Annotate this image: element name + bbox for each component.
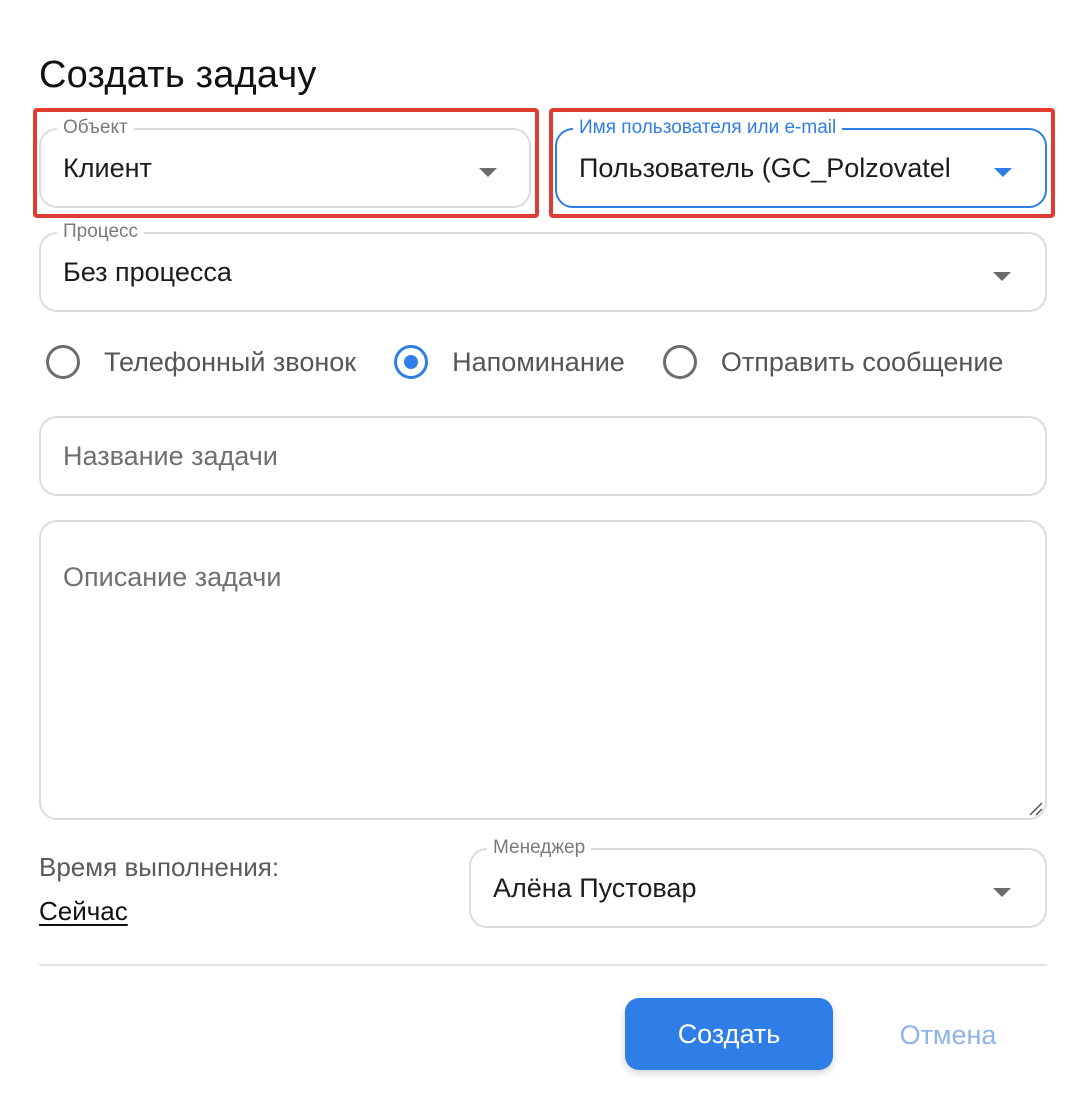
- create-button[interactable]: Создать: [625, 998, 833, 1070]
- due-time-label: Время выполнения:: [39, 852, 280, 882]
- divider: [39, 964, 1047, 966]
- radio-send-message[interactable]: Отправить сообщение: [662, 345, 1004, 379]
- radio-phone-call[interactable]: Телефонный звонок: [46, 345, 356, 379]
- task-description-textarea[interactable]: Описание задачи: [39, 520, 1047, 820]
- radio-unchecked-icon[interactable]: [46, 345, 80, 379]
- user-legend: Имя пользователя или e-mail: [573, 115, 843, 141]
- chevron-down-icon[interactable]: [479, 168, 497, 177]
- manager-select[interactable]: Менеджер Алёна Пустовар: [469, 835, 1047, 928]
- radio-unchecked-icon[interactable]: [662, 345, 697, 379]
- object-select[interactable]: Объект Клиент: [39, 115, 531, 208]
- cancel-button[interactable]: Отмена: [880, 1012, 1016, 1058]
- task-type-radio-group: Телефонный звонок Напоминание Отправить …: [46, 345, 1003, 379]
- radio-label: Напоминание: [452, 346, 625, 377]
- user-select[interactable]: Имя пользователя или e-mail Пользователь…: [555, 115, 1047, 208]
- chevron-down-icon[interactable]: [994, 168, 1012, 177]
- process-select[interactable]: Процесс Без процесса: [39, 219, 1047, 312]
- radio-checked-icon[interactable]: [394, 345, 429, 379]
- user-value: Пользователь (GC_Polzovatel: [579, 153, 951, 183]
- due-time-link[interactable]: Сейчас: [39, 896, 128, 927]
- task-name-input[interactable]: Название задачи: [39, 416, 1047, 496]
- manager-legend: Менеджер: [487, 835, 592, 861]
- resize-handle-icon[interactable]: [1027, 800, 1043, 816]
- process-value: Без процесса: [63, 257, 232, 287]
- task-name-placeholder: Название задачи: [63, 441, 278, 471]
- radio-label: Отправить сообщение: [720, 346, 1004, 377]
- chevron-down-icon[interactable]: [993, 888, 1011, 897]
- chevron-down-icon[interactable]: [993, 272, 1011, 281]
- process-legend: Процесс: [57, 219, 145, 245]
- task-description-placeholder: Описание задачи: [63, 562, 282, 592]
- page-title: Создать задачу: [39, 54, 317, 96]
- object-legend: Объект: [57, 115, 134, 141]
- radio-reminder[interactable]: Напоминание: [394, 345, 625, 379]
- radio-label: Телефонный звонок: [104, 346, 357, 377]
- manager-value: Алёна Пустовар: [493, 873, 697, 903]
- object-value: Клиент: [63, 153, 152, 183]
